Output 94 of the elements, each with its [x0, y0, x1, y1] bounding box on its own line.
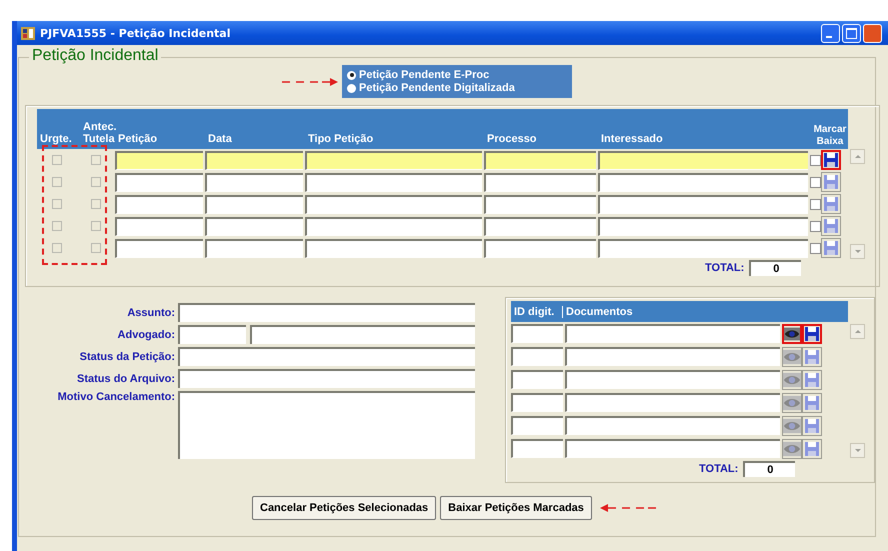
checkbox[interactable]: [90, 155, 100, 165]
table-cell[interactable]: [511, 347, 563, 366]
column-header: Interessado: [600, 133, 664, 147]
table-cell[interactable]: [305, 238, 482, 258]
checkbox[interactable]: [52, 199, 62, 209]
table-cell[interactable]: [598, 238, 808, 258]
column-header: Tipo Petição: [307, 133, 374, 147]
field-label: Status da Petição:: [78, 350, 176, 362]
input-field[interactable]: [178, 347, 475, 366]
table-cell[interactable]: [305, 172, 482, 192]
checkbox[interactable]: [90, 177, 100, 187]
input-field[interactable]: [250, 325, 475, 344]
table-cell[interactable]: [565, 347, 780, 366]
checkbox[interactable]: [90, 199, 100, 209]
table-cell[interactable]: [598, 216, 808, 236]
save-icon[interactable]: [821, 150, 841, 170]
table-cell[interactable]: [205, 216, 303, 236]
column-header: Antec. Tutela: [82, 121, 115, 147]
group-title: Petição Incidental: [29, 47, 162, 65]
input-field[interactable]: [178, 303, 475, 322]
table-cell[interactable]: [305, 150, 482, 170]
checkbox[interactable]: [810, 154, 821, 166]
annotation-arrow: [600, 503, 656, 513]
table-cell[interactable]: [484, 238, 596, 258]
column-header: Data: [207, 133, 233, 147]
checkbox[interactable]: [90, 243, 100, 253]
table-cell[interactable]: [205, 150, 303, 170]
table-cell[interactable]: [511, 393, 563, 412]
table-cell[interactable]: [598, 150, 808, 170]
table-cell[interactable]: [205, 194, 303, 214]
table-cell[interactable]: [484, 172, 596, 192]
save-icon[interactable]: [802, 324, 822, 344]
column-header: ID digit.: [511, 306, 563, 318]
table-cell[interactable]: [511, 416, 563, 435]
table-cell[interactable]: [598, 172, 808, 192]
input-field[interactable]: [178, 325, 246, 344]
radio-option[interactable]: Petição Pendente Digitalizada: [347, 82, 556, 94]
total-label: TOTAL:: [699, 463, 738, 475]
action-button[interactable]: Baixar Petições Marcadas: [440, 496, 592, 520]
column-header: Urgte.: [39, 133, 73, 147]
table-cell[interactable]: [511, 370, 563, 389]
input-field[interactable]: [178, 369, 475, 388]
table-cell[interactable]: [511, 439, 563, 458]
table-cell[interactable]: [565, 416, 780, 435]
text-area[interactable]: [178, 391, 475, 459]
table-cell[interactable]: [565, 393, 780, 412]
column-header: Petição: [117, 133, 158, 147]
table-cell[interactable]: [305, 216, 482, 236]
total-label: TOTAL:: [705, 262, 744, 274]
checkbox[interactable]: [52, 221, 62, 231]
eye-icon[interactable]: [782, 324, 802, 344]
table-cell[interactable]: [598, 194, 808, 214]
radio-button[interactable]: [347, 84, 356, 92]
annotation-arrow: [282, 76, 338, 86]
checkbox[interactable]: [810, 220, 821, 232]
checkbox[interactable]: [52, 155, 62, 165]
table-cell[interactable]: [205, 172, 303, 192]
table-cell[interactable]: [565, 370, 780, 389]
app-icon: [21, 26, 35, 40]
checkbox[interactable]: [52, 243, 62, 253]
table-cell[interactable]: [115, 216, 203, 236]
field-label: Status do Arquivo:: [76, 372, 176, 384]
maximize-button[interactable]: [842, 24, 861, 42]
table-cell[interactable]: [511, 324, 563, 343]
table-cell[interactable]: [115, 194, 203, 214]
table-cell[interactable]: [565, 324, 780, 343]
total-field: 0: [749, 260, 802, 276]
close-button[interactable]: [863, 24, 882, 42]
column-header: Documentos: [565, 306, 634, 318]
table-cell[interactable]: [115, 172, 203, 192]
checkbox[interactable]: [810, 198, 821, 210]
minimize-button[interactable]: [821, 24, 840, 42]
radio-option[interactable]: Petição Pendente E-Proc: [347, 69, 556, 81]
table-cell[interactable]: [115, 150, 203, 170]
field-label: Motivo Cancelamento:: [56, 391, 176, 403]
radio-button[interactable]: [347, 70, 356, 80]
table-cell[interactable]: [205, 238, 303, 258]
total-field: 0: [743, 461, 796, 477]
table-cell[interactable]: [305, 194, 482, 214]
field-label: Advogado:: [116, 328, 176, 340]
table-cell[interactable]: [484, 216, 596, 236]
table-cell[interactable]: [115, 238, 203, 258]
checkbox[interactable]: [810, 176, 821, 188]
column-header: Processo: [486, 133, 538, 147]
field-label: Assunto:: [126, 306, 176, 318]
window-title: PJFVA1555 - Petição Incidental: [40, 26, 231, 40]
table-cell[interactable]: [484, 194, 596, 214]
column-header: Marcar Baixa: [812, 124, 848, 149]
checkbox[interactable]: [52, 177, 62, 187]
table-cell[interactable]: [565, 439, 780, 458]
table-cell[interactable]: [484, 150, 596, 170]
checkbox[interactable]: [810, 242, 821, 254]
action-button[interactable]: Cancelar Petições Selecionadas: [252, 496, 436, 520]
checkbox[interactable]: [90, 221, 100, 231]
